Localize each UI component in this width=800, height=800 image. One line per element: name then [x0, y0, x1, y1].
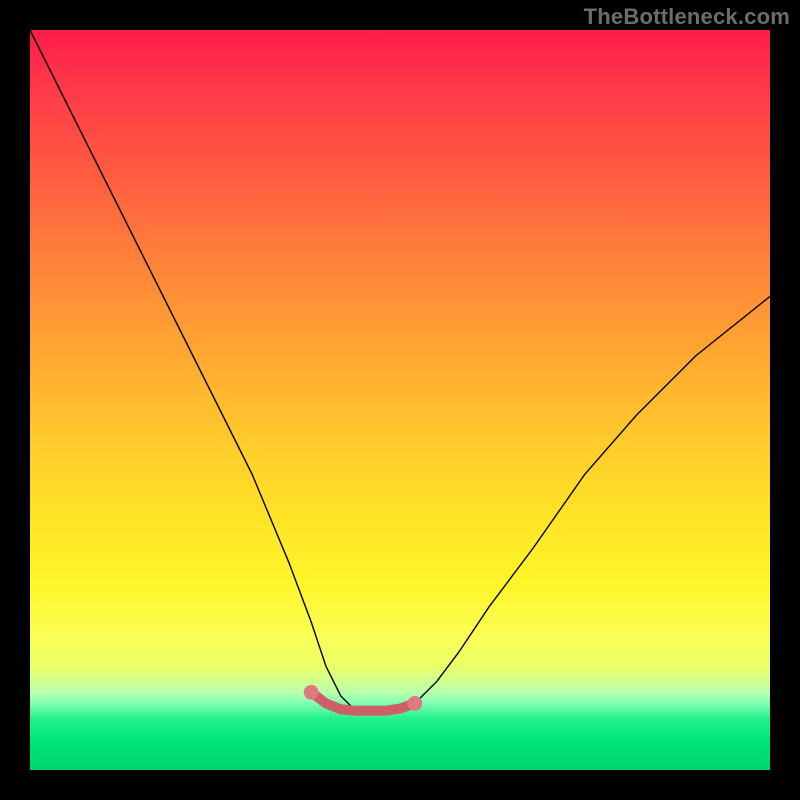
- bottleneck-curve: [30, 30, 770, 711]
- attribution-watermark: TheBottleneck.com: [584, 4, 790, 30]
- marker-dot: [407, 696, 422, 711]
- curve-overlay: [30, 30, 770, 770]
- plot-area: [30, 30, 770, 770]
- marker-dot: [304, 685, 319, 700]
- optimal-zone-marker: [311, 692, 415, 711]
- chart-container: TheBottleneck.com: [0, 0, 800, 800]
